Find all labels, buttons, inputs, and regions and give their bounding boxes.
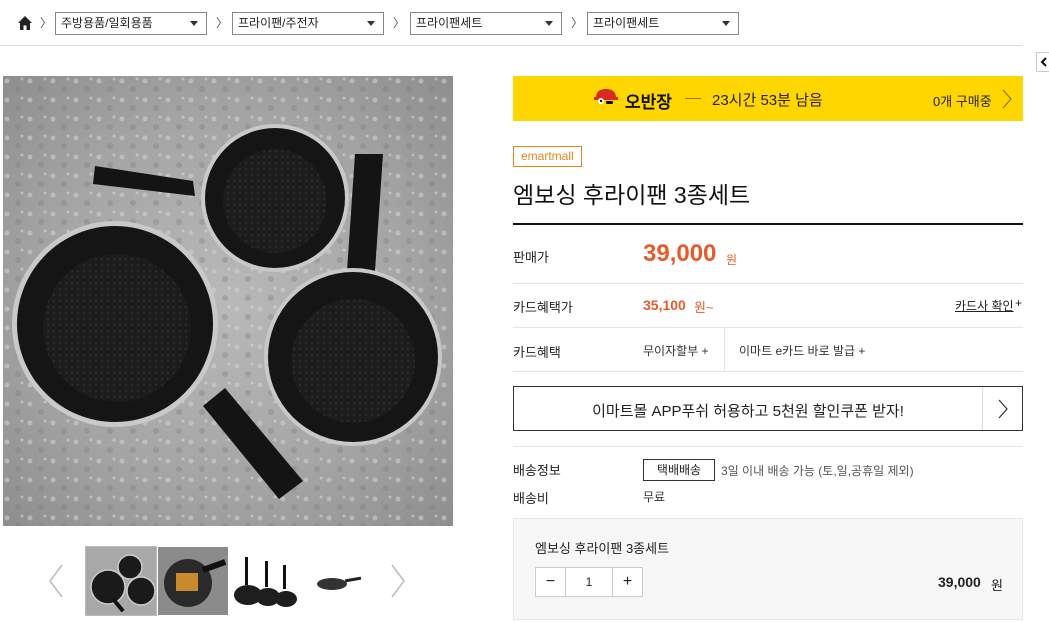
quantity-input[interactable]: 1 [566, 568, 612, 596]
app-coupon-banner[interactable]: 이마트몰 APP푸쉬 허용하고 5천원 할인쿠폰 받자! [513, 386, 1023, 431]
thumbnail-1[interactable] [85, 546, 157, 616]
category-select-2-label: 프라이팬/주전자 [238, 16, 319, 30]
option-price: 39,000 [938, 574, 981, 590]
oban-divider [685, 98, 701, 99]
dropdown-arrow-icon [367, 21, 375, 26]
chevron-right-icon: 〉 [216, 16, 229, 30]
divider [513, 327, 1023, 328]
category-select-2[interactable]: 프라이팬/주전자 [232, 12, 384, 35]
chevron-right-icon [998, 399, 1008, 419]
product-title: 엠보싱 후라이팬 3종세트 [513, 182, 751, 208]
shipping-method-badge: 택배배송 [643, 459, 715, 481]
option-name: 엠보싱 후라이팬 3종세트 [535, 541, 670, 556]
card-confirm-plus[interactable]: + [1015, 296, 1022, 310]
shipping-info: 3일 이내 배송 가능 (토,일,공휴일 제외) [721, 464, 914, 478]
product-main-image [3, 76, 453, 526]
category-select-1[interactable]: 주방용품/일회용품 [55, 12, 207, 35]
quantity-decrease-button[interactable]: − [536, 568, 566, 596]
card-price: 35,100 [643, 297, 686, 313]
breadcrumb: 〉 주방용품/일회용품 〉 프라이팬/주전자 〉 프라이팬세트 〉 프라이팬세트 [0, 0, 1023, 46]
thumbnail-next-button[interactable] [390, 563, 406, 599]
app-banner-divider [982, 387, 983, 430]
card-benefit-label: 카드혜택 [513, 345, 561, 360]
card-confirm-link[interactable]: 카드사 확인 [955, 297, 1014, 314]
category-select-3-label: 프라이팬세트 [416, 16, 483, 30]
shipping-fee: 무료 [643, 490, 666, 504]
thumbnail-3[interactable] [230, 547, 300, 615]
chevron-left-icon [1040, 57, 1047, 67]
thumbnail-prev-button[interactable] [48, 563, 64, 599]
mall-badge[interactable]: emartmall [513, 146, 582, 167]
selected-option-box: 엠보싱 후라이팬 3종세트 − 1 + 39,000 원 [513, 518, 1023, 620]
side-panel-toggle[interactable] [1036, 52, 1049, 72]
thumbnail-4[interactable] [302, 547, 372, 615]
app-coupon-text: 이마트몰 APP푸쉬 허용하고 5천원 할인쿠폰 받자! [592, 403, 904, 420]
dropdown-arrow-icon [722, 21, 730, 26]
category-select-4[interactable]: 프라이팬세트 [587, 12, 739, 35]
oban-time-left: 23시간 53분 남음 [712, 92, 823, 109]
divider [513, 446, 1023, 447]
chevron-right-icon: 〉 [393, 16, 406, 30]
dropdown-arrow-icon [545, 21, 553, 26]
oban-logo-icon [594, 89, 618, 104]
thumbnail-2[interactable] [158, 547, 228, 615]
sale-price-unit: 원 [726, 253, 738, 267]
category-select-3[interactable]: 프라이팬세트 [410, 12, 562, 35]
oban-brand: 오반장 [625, 93, 672, 112]
category-select-1-label: 주방용품/일회용품 [61, 16, 153, 30]
chevron-right-icon: 〉 [571, 16, 584, 30]
benefit-divider [724, 328, 725, 371]
divider [513, 371, 1023, 372]
quantity-stepper: − 1 + [535, 567, 643, 597]
dropdown-arrow-icon [190, 21, 198, 26]
chevron-right-icon: 〉 [40, 16, 53, 30]
shipping-fee-label: 배송비 [513, 491, 549, 506]
sale-price: 39,000 [643, 240, 717, 267]
title-divider [513, 223, 1023, 225]
home-icon[interactable] [17, 15, 33, 31]
option-price-unit: 원 [991, 578, 1003, 593]
category-select-4-label: 프라이팬세트 [593, 16, 660, 30]
card-price-unit: 원~ [694, 300, 714, 315]
price-label: 판매가 [513, 250, 549, 265]
divider [513, 283, 1023, 284]
shipping-label: 배송정보 [513, 463, 561, 478]
emart-card-link[interactable]: 이마트 e카드 바로 발급 + [739, 342, 865, 359]
oban-deal-banner[interactable]: 오반장 23시간 53분 남음 0개 구매중 [513, 76, 1023, 121]
chevron-right-icon [1002, 89, 1012, 109]
card-price-label: 카드혜택가 [513, 300, 573, 315]
oban-purchase-count: 0개 구매중 [933, 94, 992, 109]
quantity-increase-button[interactable]: + [612, 568, 642, 596]
installment-link[interactable]: 무이자할부 + [643, 342, 709, 359]
